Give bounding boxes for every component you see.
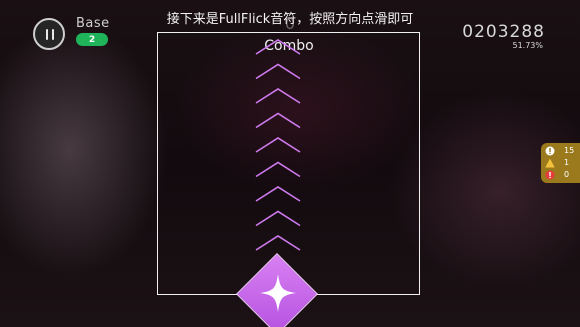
accuracy-percent: 51.73% [512,41,543,50]
pause-button[interactable] [33,18,65,50]
judgement-stats-panel: 15 1 0 [541,143,580,183]
good-count: 1 [564,158,570,167]
red-exclamation-icon [545,170,555,180]
chevron-up-icon [255,88,301,104]
chevron-up-icon [255,186,301,202]
judge-row-perfect: 15 [545,145,579,157]
flick-arrow-trail [255,39,301,251]
perfect-count: 15 [564,146,575,155]
pause-icon-bar [52,29,54,40]
white-exclamation-icon [545,146,555,156]
chevron-up-icon [255,210,301,227]
score-counter: 0203288 [462,22,545,42]
chevron-up-icon [255,112,301,129]
judge-row-miss: 0 [545,169,579,181]
yellow-triangle-icon [545,158,555,168]
chevron-up-icon [255,235,301,251]
game-screen: Base 2 接下来是FullFlick音符，按照方向点滑即可 0203288 … [0,0,580,327]
sparkle-star-icon [260,274,296,312]
miss-count: 0 [564,170,570,179]
chevron-up-icon [255,39,301,55]
chevron-up-icon [255,137,301,153]
pause-icon [46,29,48,40]
level-badge: 2 [76,33,108,46]
chevron-up-icon [255,63,301,80]
judge-row-good: 1 [545,157,579,169]
chevron-up-icon [255,161,301,178]
